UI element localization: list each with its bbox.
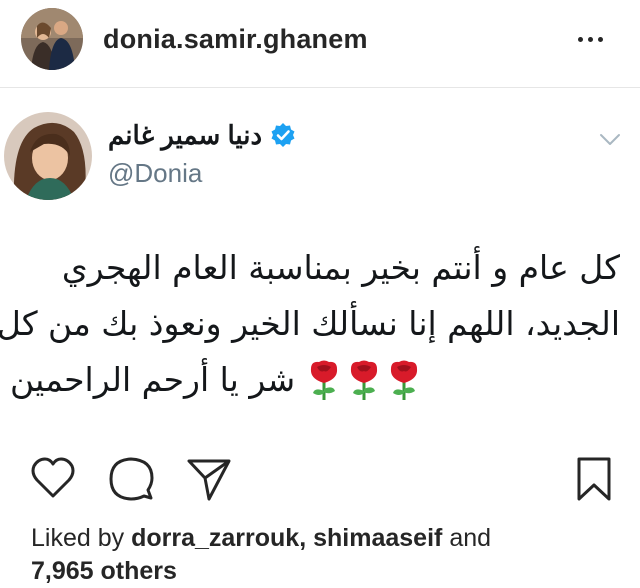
heart-icon[interactable] bbox=[30, 456, 76, 500]
likes-prefix: Liked by bbox=[31, 524, 125, 552]
likes-summary: Liked by dorra_zarrouk, shimaaseif and 7… bbox=[31, 522, 621, 588]
tweet-text: كل عام و أنتم بخير بمناسبة العام الهجري … bbox=[0, 240, 620, 408]
rose-icon bbox=[311, 360, 338, 400]
chevron-down-icon[interactable] bbox=[598, 132, 622, 148]
post-author-username[interactable]: donia.samir.ghanem bbox=[103, 24, 368, 55]
more-options-button[interactable] bbox=[578, 32, 612, 46]
post-header: donia.samir.ghanem bbox=[0, 0, 640, 88]
rose-icon bbox=[391, 360, 418, 400]
bookmark-icon[interactable] bbox=[576, 456, 612, 502]
likes-conjunction: and bbox=[449, 524, 492, 552]
tweet-display-name: دنيا سمير غانم bbox=[108, 119, 263, 150]
verified-badge-icon bbox=[271, 123, 295, 147]
send-icon[interactable] bbox=[186, 456, 232, 502]
tweet-line-text: شر يا أرحم الراحمين bbox=[10, 360, 296, 399]
tweet-author-avatar bbox=[4, 112, 92, 200]
tweet-card: دنيا سمير غانم @Donia كل عام و أنتم بخير… bbox=[0, 92, 640, 442]
likes-others-count[interactable]: 7,965 others bbox=[31, 557, 177, 585]
comment-icon[interactable] bbox=[108, 456, 154, 502]
tweet-line: الجديد، اللهم إنا نسألك الخير ونعوذ بك م… bbox=[0, 304, 620, 343]
rose-emoji-group bbox=[307, 359, 421, 401]
tweet-line: شر يا أرحم الراحمين bbox=[10, 352, 620, 408]
tweet-line: كل عام و أنتم بخير بمناسبة العام الهجري bbox=[61, 248, 620, 287]
liker-username[interactable]: dorra_zarrouk bbox=[131, 524, 299, 552]
likes-separator: , bbox=[299, 524, 307, 552]
post-author-avatar[interactable] bbox=[21, 8, 83, 70]
post-action-bar bbox=[0, 452, 640, 508]
rose-icon bbox=[351, 360, 378, 400]
tweet-name-row: دنيا سمير غانم bbox=[108, 118, 296, 152]
liker-username[interactable]: shimaaseif bbox=[313, 524, 442, 552]
more-horizontal-icon bbox=[578, 36, 583, 42]
tweet-handle: @Donia bbox=[108, 158, 203, 188]
